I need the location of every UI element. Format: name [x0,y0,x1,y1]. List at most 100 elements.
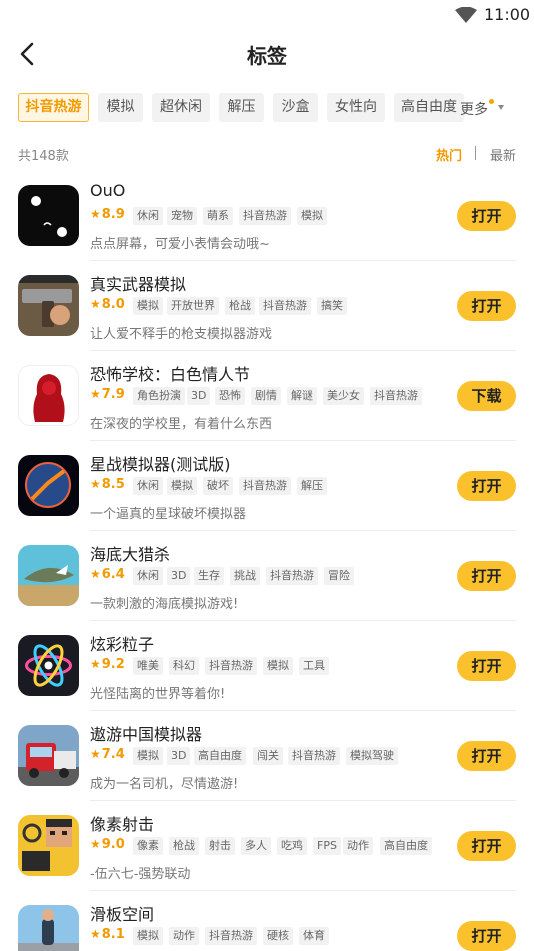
tag-chip-relief[interactable]: 解压 [219,93,264,122]
game-tag: 萌系 [203,207,233,225]
star-icon: ★ [90,927,101,941]
list-item[interactable]: 海底大猎杀 ★6.4 休闲 3D 生存 挑战 抖音热游 冒险 一款刺激的海底模拟… [0,531,534,621]
open-button[interactable]: 打开 [457,291,516,321]
open-button[interactable]: 打开 [457,831,516,861]
game-tag: 生存 [194,567,224,585]
open-button[interactable]: 打开 [457,651,516,681]
game-tag: 开放世界 [167,297,219,315]
status-bar: 11:00 [0,0,534,30]
list-item[interactable]: 像素射击 ★9.0 像素 枪战 射击 多人 吃鸡 FPS 动作 高自由度 -伍六… [0,801,534,891]
star-icon: ★ [90,747,101,761]
game-tag: 冒险 [324,567,354,585]
game-tag: 3D [167,747,191,765]
game-description: 一个逼真的星球破坏模拟器 [90,507,247,522]
game-tag: 恐怖 [215,387,245,405]
tag-chip-female[interactable]: 女性向 [327,93,385,122]
sort-new[interactable]: 最新 [490,145,516,164]
result-count: 共148款 [18,149,69,164]
open-button[interactable]: 打开 [457,741,516,771]
game-description: 成为一名司机，尽情遨游! [90,777,239,792]
game-name: 真实武器模拟 [90,275,187,294]
star-icon: ★ [90,207,101,221]
game-tag: 抖音热游 [370,387,422,405]
rating: ★7.4 [90,747,125,762]
game-tag: 3D [167,567,191,585]
rating: ★7.9 [90,387,125,402]
wifi-icon [455,7,477,23]
app-icon-star-war-sim [18,455,79,516]
tag-chip-simulation[interactable]: 模拟 [98,93,143,122]
game-tag: FPS [313,837,341,855]
game-tag: 搞笑 [317,297,347,315]
game-tag: 闯关 [253,747,283,765]
game-name: 星战模拟器(测试版) [90,455,231,474]
game-tag: 抖音热游 [266,567,318,585]
rating: ★6.4 [90,567,125,582]
game-name: 像素射击 [90,815,155,834]
game-tag: 模拟 [167,477,197,495]
more-tags-button[interactable]: 更多 [460,99,504,119]
game-description: 让人爱不释手的枪支模拟器游戏 [90,327,273,342]
game-tag: 抖音热游 [239,477,291,495]
rating: ★8.9 [90,207,125,222]
game-tag: 抖音热游 [259,297,311,315]
app-icon-horror-school [18,365,79,426]
game-tag: 枪战 [169,837,199,855]
sort-hot[interactable]: 热门 [436,145,462,164]
download-button[interactable]: 下载 [457,381,516,411]
tag-chip-sandbox[interactable]: 沙盒 [273,93,318,122]
open-button[interactable]: 打开 [457,561,516,591]
rating: ★8.1 [90,927,125,942]
game-description: 光怪陆离的世界等着你! [90,687,226,702]
game-tag: 动作 [169,927,199,945]
tag-chip-high-freedom[interactable]: 高自由度 [394,93,464,122]
rating: ★8.0 [90,297,125,312]
star-icon: ★ [90,567,101,581]
game-name: 炫彩粒子 [90,635,155,654]
game-tag: 高自由度 [194,747,246,765]
game-list: OuO ★8.9 休闲 宠物 萌系 抖音热游 模拟 点点屏幕，可爱小表情会动哦~… [0,171,534,951]
star-icon: ★ [90,387,101,401]
game-tag: 动作 [343,837,373,855]
game-tag: 唯美 [133,657,163,675]
list-item[interactable]: 炫彩粒子 ★9.2 唯美 科幻 抖音热游 模拟 工具 光怪陆离的世界等着你! 打… [0,621,534,711]
game-name: 恐怖学校：白色情人节 [90,365,251,384]
app-icon-weapon-sim [18,275,79,336]
game-tag: 剧情 [251,387,281,405]
game-tag: 硬核 [263,927,293,945]
list-item[interactable]: 恐怖学校：白色情人节 ★7.9 角色扮演 3D 恐怖 剧情 解谜 美少女 抖音热… [0,351,534,441]
game-tag: 美少女 [323,387,364,405]
game-tag: 吃鸡 [277,837,307,855]
title-bar: 标签 [0,30,534,80]
open-button[interactable]: 打开 [457,921,516,951]
star-icon: ★ [90,837,101,851]
list-item[interactable]: OuO ★8.9 休闲 宠物 萌系 抖音热游 模拟 点点屏幕，可爱小表情会动哦~… [0,171,534,261]
game-tag: 解谜 [287,387,317,405]
game-name: OuO [90,181,126,200]
game-tag: 模拟驾驶 [346,747,398,765]
game-tag: 休闲 [133,477,163,495]
game-description: -伍六七-强势联动 [90,867,191,882]
game-tag: 挑战 [230,567,260,585]
game-tag: 高自由度 [380,837,432,855]
game-tag: 角色扮演 [133,387,185,405]
game-tag: 宠物 [167,207,197,225]
app-icon-truck-sim [18,725,79,786]
list-item[interactable]: 遨游中国模拟器 ★7.4 模拟 3D 高自由度 闯关 抖音热游 模拟驾驶 成为一… [0,711,534,801]
game-tag: 抖音热游 [205,927,257,945]
tag-chip-douyin-hot[interactable]: 抖音热游 [18,93,89,122]
game-tag: 休闲 [133,207,163,225]
list-item[interactable]: 滑板空间 ★8.1 模拟 动作 抖音热游 硬核 体育 打开 [0,891,534,951]
game-tag: 体育 [299,927,329,945]
game-tag: 解压 [297,477,327,495]
rating: ★9.2 [90,657,125,672]
open-button[interactable]: 打开 [457,201,516,231]
count-sort-bar: 共148款 热门 最新 [18,145,516,165]
game-name: 遨游中国模拟器 [90,725,203,744]
list-item[interactable]: 星战模拟器(测试版) ★8.5 休闲 模拟 破坏 抖音热游 解压 一个逼真的星球… [0,441,534,531]
list-item[interactable]: 真实武器模拟 ★8.0 模拟 开放世界 枪战 抖音热游 搞笑 让人爱不释手的枪支… [0,261,534,351]
tag-chip-hypercasual[interactable]: 超休闲 [152,93,210,122]
app-icon-skateboard-space [18,905,79,951]
open-button[interactable]: 打开 [457,471,516,501]
game-tag: 抖音热游 [205,657,257,675]
